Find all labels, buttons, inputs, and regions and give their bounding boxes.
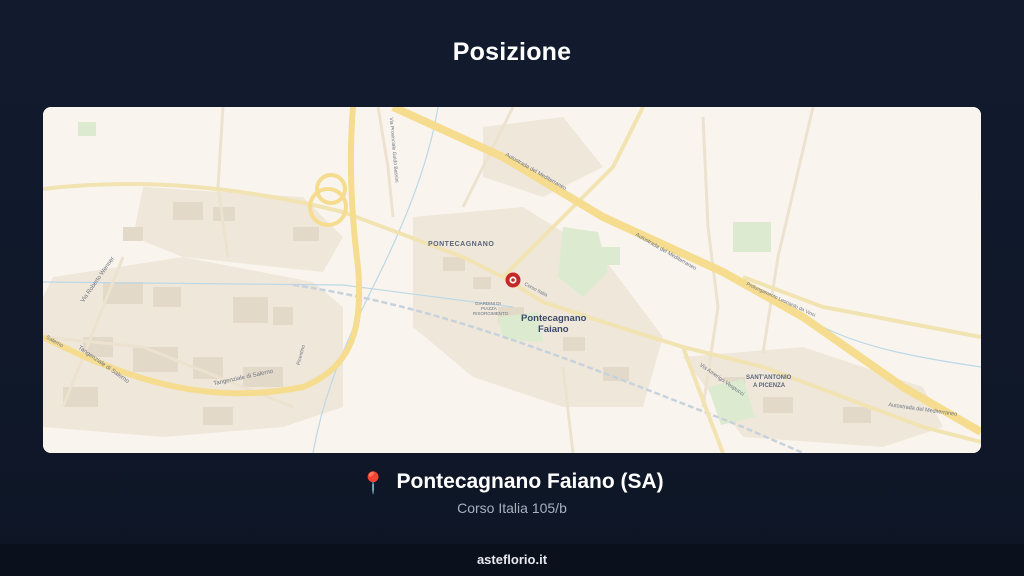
map-pin-icon[interactable] <box>505 272 521 288</box>
label-city-name-2: Faiano <box>538 324 569 335</box>
map-view[interactable]: PONTECAGNANO Pontecagnano Faiano GIARDIN… <box>43 107 981 453</box>
location-row: 📍 Pontecagnano Faiano (SA) <box>0 470 1024 496</box>
footer-brand[interactable]: asteflorio.it <box>477 552 547 567</box>
location-address: Corso Italia 105/b <box>457 500 567 516</box>
label-sant-antonio: SANT'ANTONIO <box>746 375 792 381</box>
label-giardini-3: RISORGIMENTO <box>473 311 509 316</box>
location-city: Pontecagnano Faiano (SA) <box>396 470 664 493</box>
label-sant-antonio-2: A PICENZA <box>753 383 786 389</box>
label-pontecagnano: PONTECAGNANO <box>428 241 495 248</box>
footer: asteflorio.it <box>0 544 1024 576</box>
label-city-name: Pontecagnano <box>521 313 587 324</box>
pushpin-icon: 📍 <box>360 472 387 495</box>
page-title: Posizione <box>452 38 572 66</box>
